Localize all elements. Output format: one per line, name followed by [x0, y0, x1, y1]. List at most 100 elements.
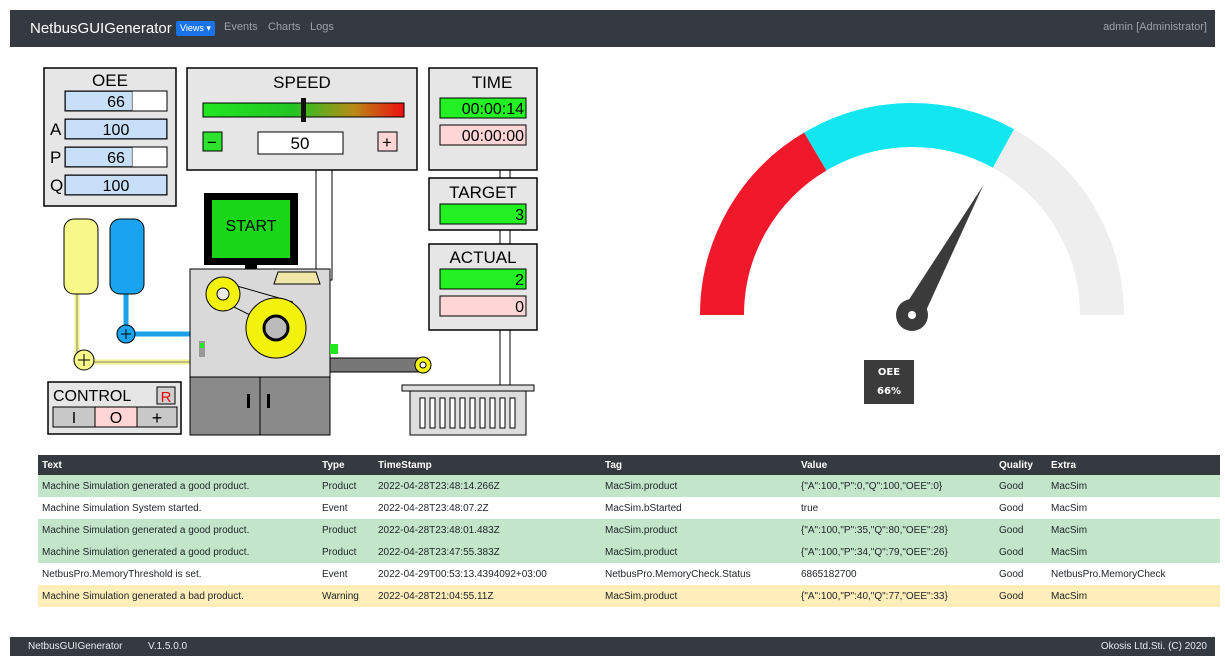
cell-type: Product — [318, 519, 374, 541]
user-menu[interactable]: admin [Administrator] — [1103, 21, 1207, 33]
control-title: CONTROL — [53, 388, 131, 405]
cell-timestamp: 2022-04-28T21:04:55.11Z — [374, 585, 601, 607]
cell-tag: MacSim.product — [601, 519, 797, 541]
column-header-tag[interactable]: Tag — [601, 455, 797, 475]
speed-pole — [315, 169, 333, 281]
machine-simulation-panel: OEE 66 A 100 P 66 Q 100 SPEED − 50 + TIME 00:0… — [43, 67, 538, 436]
column-header-quality[interactable]: Quality — [995, 455, 1047, 475]
machine-sensor — [330, 344, 338, 354]
cell-quality: Good — [995, 497, 1047, 519]
time-stopped-value: 00:00:00 — [462, 128, 524, 145]
column-header-text[interactable]: Text — [38, 455, 318, 475]
gauge-arc-high — [992, 129, 1124, 316]
speed-slider-handle[interactable] — [301, 98, 306, 122]
cabinet-handle-right — [267, 394, 270, 408]
gauge-arc-low — [700, 132, 827, 316]
blue-tank — [109, 218, 145, 295]
actual-bad-display — [439, 295, 527, 317]
cell-tag: MacSim.product — [601, 585, 797, 607]
table-row[interactable]: Machine Simulation generated a good prod… — [38, 475, 1220, 497]
cell-value: {"A":100,"P":0,"Q":100,"OEE":0} — [797, 475, 995, 497]
nav-logs-link[interactable]: Logs — [310, 21, 334, 33]
table-row[interactable]: Machine Simulation generated a good prod… — [38, 541, 1220, 563]
speed-title: SPEED — [273, 73, 331, 92]
start-switch-label: I — [72, 410, 76, 427]
brand-link[interactable]: NetbusGUIGenerator — [30, 20, 172, 37]
yellow-tank — [63, 218, 99, 295]
crate-slat — [429, 397, 436, 429]
large-gear-hub — [262, 314, 290, 342]
cell-extra: MacSim — [1047, 475, 1220, 497]
yellow-pipe — [74, 292, 198, 365]
cell-timestamp: 2022-04-28T23:48:14.266Z — [374, 475, 601, 497]
gauge-value-text: 66% — [877, 386, 901, 397]
conveyor-belt — [329, 357, 425, 373]
target-title: TARGET — [449, 183, 517, 202]
oee-row-label: P — [50, 148, 61, 167]
crate-slat — [419, 397, 426, 429]
table-row[interactable]: Machine Simulation System started. Event… — [38, 497, 1220, 519]
cell-value: 6865182700 — [797, 563, 995, 585]
cell-tag: NetbusPro.MemoryCheck.Status — [601, 563, 797, 585]
crate-slat — [489, 397, 496, 429]
column-header-timestamp[interactable]: TimeStamp — [374, 455, 601, 475]
gauge-value-badge: OEE 66% — [864, 360, 914, 404]
cell-timestamp: 2022-04-28T23:48:01.483Z — [374, 519, 601, 541]
blue-pipe — [123, 292, 198, 337]
column-header-value[interactable]: Value — [797, 455, 995, 475]
add-switch-label: + — [152, 408, 163, 428]
gauge-arc-mid — [804, 103, 1015, 171]
actual-bad-value: 0 — [515, 299, 524, 316]
footer-version: V.1.5.0.0 — [148, 641, 188, 652]
cell-extra: MacSim — [1047, 519, 1220, 541]
column-header-extra[interactable]: Extra — [1047, 455, 1220, 475]
small-gear-hub — [216, 287, 230, 301]
cell-text: Machine Simulation System started. — [38, 497, 318, 519]
table-row[interactable]: Machine Simulation generated a good prod… — [38, 519, 1220, 541]
cell-extra: MacSim — [1047, 541, 1220, 563]
table-row[interactable]: Machine Simulation generated a bad produ… — [38, 585, 1220, 607]
cell-quality: Good — [995, 585, 1047, 607]
time-title: TIME — [472, 73, 513, 92]
cell-value: true — [797, 497, 995, 519]
cell-quality: Good — [995, 541, 1047, 563]
cell-tag: MacSim.product — [601, 541, 797, 563]
conveyor-roller-hub — [419, 361, 427, 369]
gauge-needle-center — [908, 311, 916, 319]
machine-indicator-light — [200, 343, 204, 348]
cell-quality: Good — [995, 475, 1047, 497]
cell-quality: Good — [995, 519, 1047, 541]
cell-type: Warning — [318, 585, 374, 607]
cell-extra: NetbusPro.MemoryCheck — [1047, 563, 1220, 585]
cell-tag: MacSim.product — [601, 475, 797, 497]
column-header-type[interactable]: Type — [318, 455, 374, 475]
crate-lid — [401, 384, 535, 392]
table-row[interactable]: NetbusPro.MemoryThreshold is set. Event … — [38, 563, 1220, 585]
target-display — [439, 203, 527, 225]
oee-row-value: 100 — [103, 178, 130, 195]
crate-slat — [509, 397, 516, 429]
yellow-pipe-outline — [76, 292, 198, 363]
views-dropdown-button[interactable]: Views ▾ — [176, 21, 215, 36]
cell-text: Machine Simulation generated a good prod… — [38, 519, 318, 541]
oee-title: OEE — [92, 71, 128, 90]
cell-timestamp: 2022-04-28T23:48:07.2Z — [374, 497, 601, 519]
cell-tag: MacSim.bStarted — [601, 497, 797, 519]
nav-events-link[interactable]: Events — [224, 21, 258, 33]
speed-value: 50 — [291, 134, 310, 153]
cell-extra: MacSim — [1047, 497, 1220, 519]
actual-good-display — [439, 268, 527, 290]
nav-charts-link[interactable]: Charts — [268, 21, 300, 33]
output-crate — [409, 390, 527, 436]
oee-row-label: Q — [50, 176, 63, 195]
cell-timestamp: 2022-04-28T23:47:55.383Z — [374, 541, 601, 563]
target-value: 3 — [515, 207, 524, 224]
crate-slat — [469, 397, 476, 429]
footer: NetbusGUIGenerator V.1.5.0.0 Okosis Ltd.… — [10, 637, 1215, 656]
cell-extra: MacSim — [1047, 585, 1220, 607]
oee-row-value: 66 — [107, 94, 125, 111]
cell-text: Machine Simulation generated a good prod… — [38, 541, 318, 563]
events-table: Text Type TimeStamp Tag Value Quality Ex… — [38, 455, 1220, 607]
cell-type: Product — [318, 541, 374, 563]
cell-text: Machine Simulation generated a good prod… — [38, 475, 318, 497]
